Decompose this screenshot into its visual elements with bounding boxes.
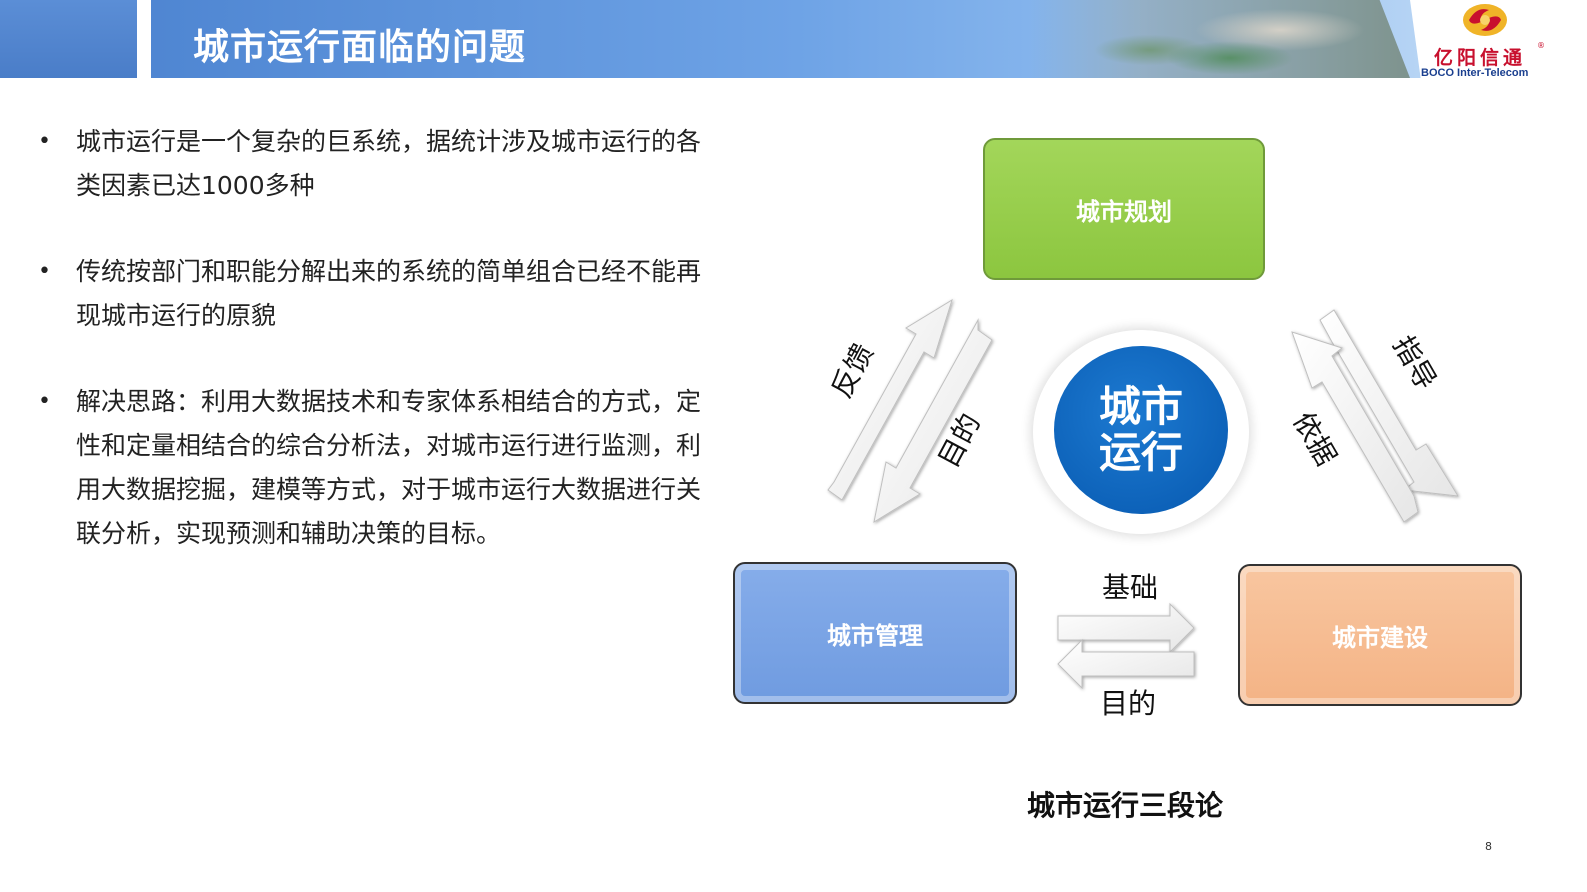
city-operation-diagram: 城市规划 城市管理 城市建设 城市运行 反馈 目的 指导 依据 基础 目的 城市… <box>720 120 1580 840</box>
logo-english-text: BOCO Inter-Telecom <box>1421 67 1529 79</box>
logo-registered-mark: ® <box>1537 41 1545 50</box>
city-management-box: 城市管理 <box>733 562 1017 704</box>
label-purpose-bottom: 目的 <box>1100 687 1157 720</box>
city-planning-box: 城市规划 <box>983 138 1265 280</box>
bullet-dot-icon: • <box>38 389 51 414</box>
slide-header: 城市运行面临的问题 亿阳信通 ® BOCO Inter-Telecom <box>0 0 1587 79</box>
center-label: 城市运行 <box>1098 382 1183 477</box>
bullet-text: 城市运行是一个复杂的巨系统，据统计涉及城市运行的各类因素已达1000多种 <box>76 127 702 200</box>
page-number: 8 <box>1485 840 1492 853</box>
bullet-dot-icon: • <box>38 129 51 154</box>
bullet-text: 传统按部门和职能分解出来的系统的简单组合已经不能再现城市运行的原貌 <box>76 257 702 330</box>
slide-title: 城市运行面临的问题 <box>193 27 527 68</box>
bullet-dot-icon: • <box>38 259 51 284</box>
logo-chinese-text: 亿阳信通 <box>1434 47 1527 69</box>
city-operation-circle: 城市运行 <box>1054 346 1228 514</box>
city-construction-box: 城市建设 <box>1238 564 1522 706</box>
header-campus-photo <box>1030 0 1410 78</box>
header-left-block <box>0 0 137 78</box>
label-foundation: 基础 <box>1102 571 1159 604</box>
boco-logo-icon <box>1463 4 1507 36</box>
diagram-title: 城市运行三段论 <box>1027 789 1224 822</box>
bullet-text: 解决思路：利用大数据技术和专家体系相结合的方式，定性和定量相结合的综合分析法，对… <box>76 387 702 548</box>
